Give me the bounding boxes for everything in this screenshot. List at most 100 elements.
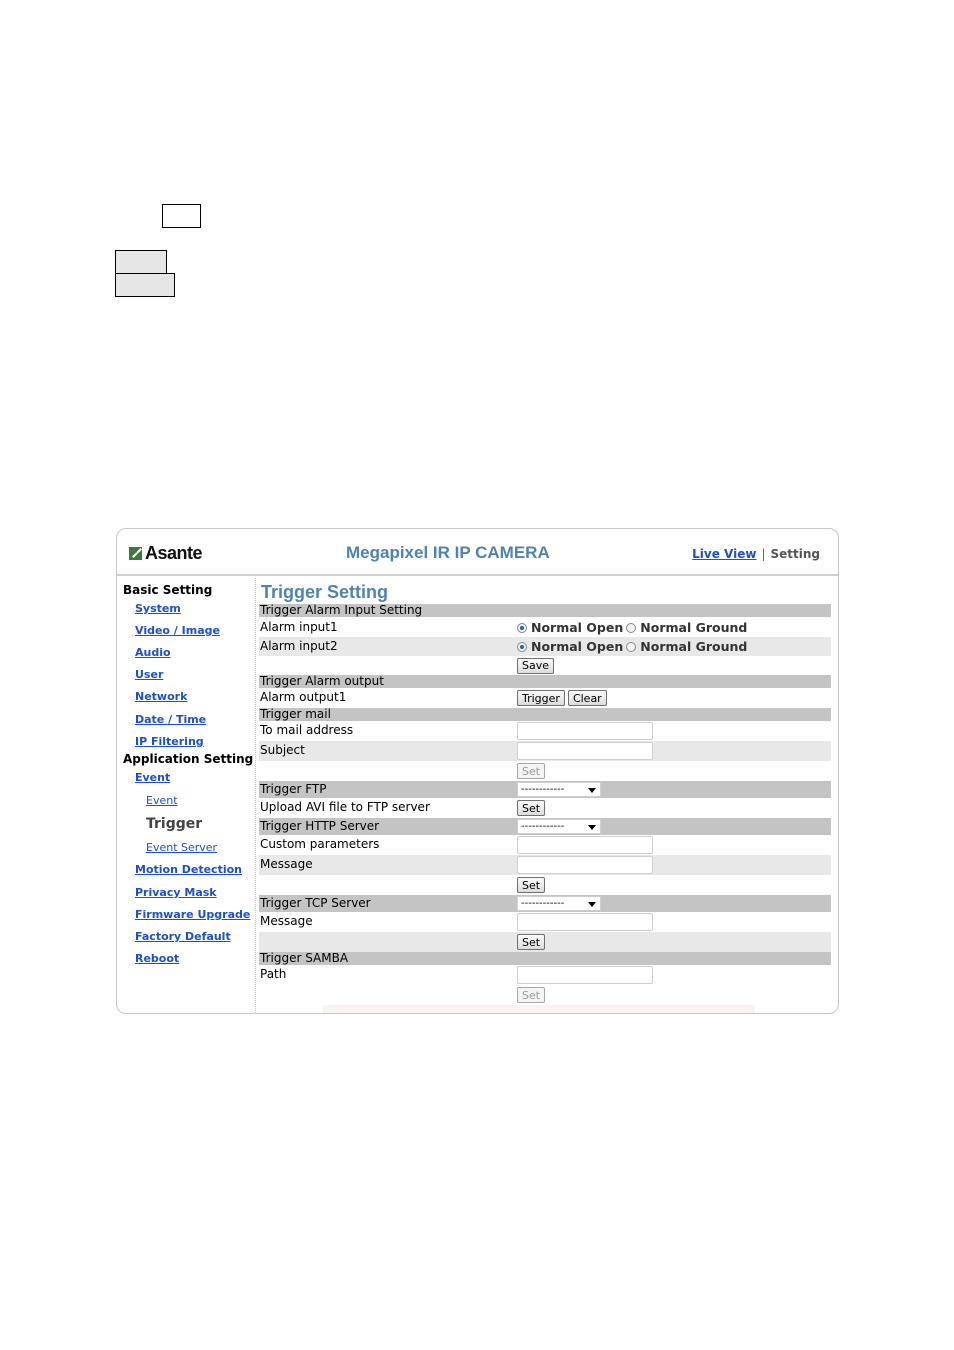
chevron-down-icon (588, 825, 596, 830)
samba-set-button[interactable]: Set (517, 987, 546, 1003)
ftp-set-button[interactable]: Set (517, 800, 546, 816)
sidebar-item-video-image[interactable]: Video / Image (135, 624, 220, 637)
brand-name: Asante (145, 543, 203, 563)
sidebar-item-factory-default[interactable]: Factory Default (135, 930, 231, 943)
section-header-ftp: Trigger FTP ------------ (259, 781, 831, 798)
sidebar-item-firmware-upgrade[interactable]: Firmware Upgrade (135, 908, 250, 921)
field-label: Alarm output1 (260, 690, 347, 704)
section-title: Trigger SAMBA (260, 951, 349, 965)
ftp-upload-row: Upload AVI file to FTP server Set (259, 798, 831, 818)
select-value: ------------ (521, 784, 565, 795)
section-title: Trigger Alarm Input Setting (260, 603, 423, 617)
sidebar-item-date-time[interactable]: Date / Time (135, 713, 206, 726)
mail-set-row: Set (259, 761, 831, 781)
alarm-output1-row: Alarm output1 Trigger Clear (259, 688, 831, 708)
http-message-input[interactable] (517, 856, 653, 874)
mail-to-row: To mail address (259, 721, 831, 741)
alarm-input1-row: Alarm input1 Normal Open Normal Ground (259, 618, 831, 637)
alarm-input2-row: Alarm input2 Normal Open Normal Ground (259, 637, 831, 656)
tcp-server-select[interactable]: ------------ (517, 896, 601, 911)
section-title: Trigger TCP Server (260, 896, 371, 910)
sidebar-subitem-event[interactable]: Event (146, 794, 178, 807)
http-params-input[interactable] (517, 836, 653, 854)
alarm-input2-normal-ground-radio[interactable] (626, 641, 637, 652)
mail-set-button[interactable]: Set (517, 763, 546, 779)
sidebar-item-event[interactable]: Event (135, 771, 170, 784)
brand-logo: Asante (129, 543, 203, 564)
mail-subject-input[interactable] (517, 742, 653, 760)
tcp-message-row: Message (259, 912, 831, 932)
page-title: Trigger Setting (261, 582, 389, 602)
field-label: Message (260, 914, 313, 928)
sidebar-item-network[interactable]: Network (135, 690, 187, 703)
sidebar-item-user[interactable]: User (135, 668, 163, 681)
select-value: ------------ (521, 821, 565, 832)
nav-separator: | (761, 547, 766, 561)
http-params-row: Custom parameters (259, 835, 831, 855)
trigger-button[interactable]: Trigger (517, 690, 565, 706)
sidebar-subitem-event-server[interactable]: Event Server (146, 841, 217, 854)
section-header-alarm-input: Trigger Alarm Input Setting (259, 604, 831, 617)
sidebar: Basic Setting System Video / Image Audio… (117, 578, 256, 1013)
alarm-input-save-row: Save (259, 656, 831, 675)
samba-path-input[interactable] (517, 966, 653, 984)
http-set-row: Set (259, 875, 831, 895)
placeholder-box (162, 204, 201, 228)
mail-subject-row: Subject (259, 741, 831, 761)
section-title: Trigger HTTP Server (260, 819, 380, 833)
sidebar-item-privacy-mask[interactable]: Privacy Mask (135, 886, 217, 899)
field-label: Alarm input1 (260, 620, 338, 634)
radio-label: Normal Open (531, 638, 624, 654)
setting-label: Setting (770, 547, 821, 561)
tcp-set-button[interactable]: Set (517, 934, 546, 950)
samba-path-row: Path (259, 965, 831, 985)
sidebar-item-reboot[interactable]: Reboot (135, 952, 179, 965)
http-server-select[interactable]: ------------ (517, 819, 601, 834)
sidebar-item-motion-detection[interactable]: Motion Detection (135, 863, 242, 876)
section-title: Trigger FTP (260, 782, 327, 796)
header: Asante Megapixel IR IP CAMERA Live View |… (117, 529, 838, 576)
radio-label: Normal Ground (640, 619, 748, 635)
section-header-samba: Trigger SAMBA (259, 952, 831, 965)
field-label: Custom parameters (260, 837, 380, 851)
chevron-down-icon (588, 788, 596, 793)
sidebar-item-audio[interactable]: Audio (135, 646, 171, 659)
alarm-input1-normal-open-radio[interactable] (517, 622, 527, 633)
field-label: To mail address (260, 723, 354, 737)
footer-bar (323, 1005, 755, 1013)
section-header-mail: Trigger mail (259, 708, 831, 721)
field-label: Upload AVI file to FTP server (260, 800, 430, 814)
section-header-http: Trigger HTTP Server ------------ (259, 818, 831, 835)
field-label: Alarm input2 (260, 639, 338, 653)
http-set-button[interactable]: Set (517, 877, 546, 893)
section-header-alarm-output: Trigger Alarm output (259, 675, 831, 688)
alarm-input1-normal-ground-radio[interactable] (626, 622, 637, 633)
radio-label: Normal Ground (640, 638, 748, 654)
section-header-tcp: Trigger TCP Server ------------ (259, 895, 831, 912)
http-message-row: Message (259, 855, 831, 875)
chevron-down-icon (588, 902, 596, 907)
field-label: Message (260, 857, 313, 871)
top-nav: Live View | Setting (692, 547, 820, 561)
clear-button[interactable]: Clear (567, 690, 607, 706)
sidebar-item-system[interactable]: System (135, 602, 181, 615)
radio-label: Normal Open (531, 619, 624, 635)
camera-settings-window: Asante Megapixel IR IP CAMERA Live View |… (116, 528, 839, 1014)
sidebar-heading-basic: Basic Setting (123, 583, 213, 597)
ftp-server-select[interactable]: ------------ (517, 782, 601, 797)
field-label: Subject (260, 743, 305, 757)
sidebar-subitem-trigger-current: Trigger (146, 816, 203, 832)
sidebar-item-ip-filtering[interactable]: IP Filtering (135, 735, 204, 748)
section-title: Trigger mail (260, 707, 331, 721)
live-view-link[interactable]: Live View (692, 547, 756, 561)
alarm-input2-normal-open-radio[interactable] (517, 641, 527, 652)
section-title: Trigger Alarm output (260, 674, 384, 688)
samba-set-row: Set (259, 985, 831, 1005)
mail-to-input[interactable] (517, 722, 653, 740)
placeholder-box (115, 273, 175, 297)
tcp-set-row: Set (259, 932, 831, 952)
field-label: Path (260, 967, 287, 981)
product-title: Megapixel IR IP CAMERA (346, 543, 550, 562)
save-button[interactable]: Save (517, 657, 555, 674)
tcp-message-input[interactable] (517, 913, 653, 931)
